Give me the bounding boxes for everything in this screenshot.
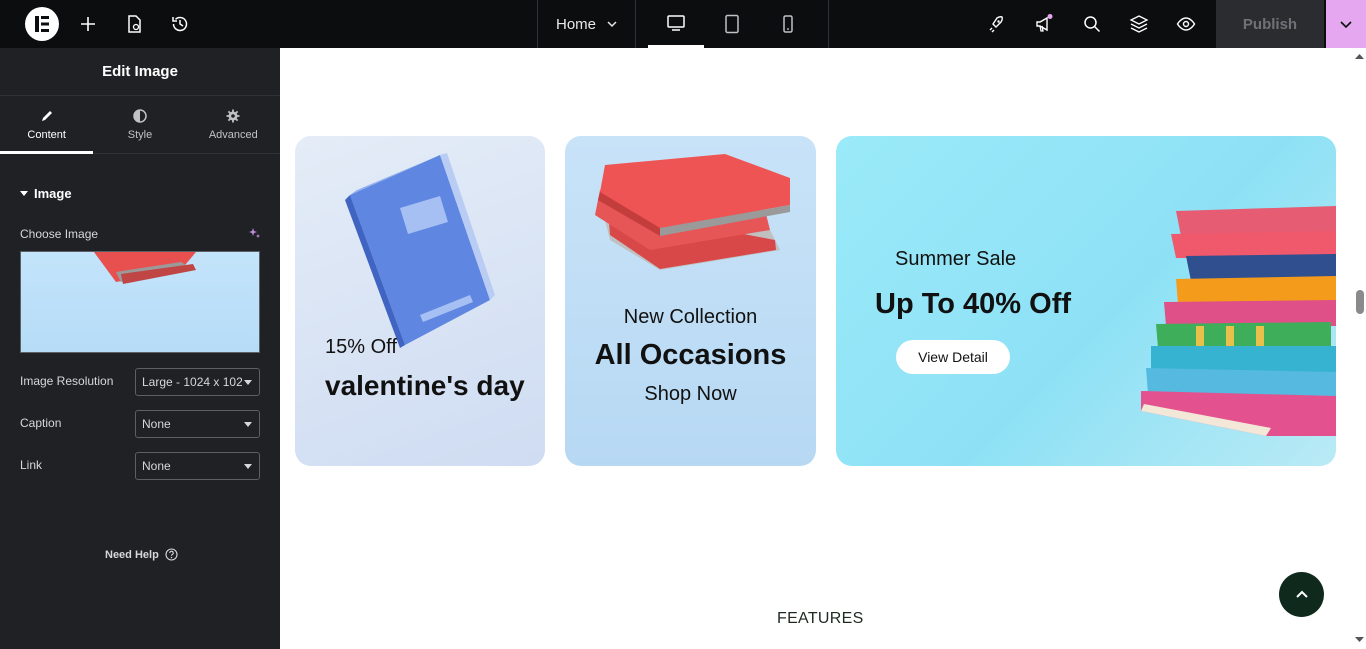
top-bar: Home Publish: [0, 0, 1366, 48]
shop-now-link[interactable]: Shop Now: [565, 383, 816, 406]
vertical-scrollbar[interactable]: [1353, 48, 1366, 649]
ai-sparkle-icon[interactable]: [248, 227, 261, 240]
desktop-icon: [667, 14, 685, 31]
scroll-up-arrow-icon[interactable]: [1355, 53, 1364, 60]
blue-book-image: [345, 153, 495, 348]
scroll-down-arrow-icon[interactable]: [1355, 636, 1364, 643]
choose-image-label: Choose Image: [20, 227, 99, 241]
link-label: Link: [20, 458, 43, 472]
image-resolution-select[interactable]: Large - 1024 x 1024: [135, 368, 260, 396]
preview-eye-icon[interactable]: [1174, 12, 1198, 36]
caption-label: Caption: [20, 416, 62, 430]
dropdown-arrow-icon: [244, 464, 252, 469]
gear-icon: [226, 109, 240, 122]
features-heading: FEATURES: [777, 610, 864, 627]
desktop-view-button[interactable]: [648, 0, 704, 48]
card-title: Up To 40% Off: [875, 288, 1072, 320]
card-subtitle: Summer Sale: [895, 248, 1017, 270]
rocket-icon[interactable]: [984, 12, 1008, 36]
books-thumbnail: [93, 252, 196, 284]
layers-icon[interactable]: [1127, 12, 1151, 36]
search-icon[interactable]: [1080, 12, 1104, 36]
page-selector[interactable]: Home: [538, 0, 636, 48]
image-resolution-value: Large - 1024 x 1024: [142, 375, 242, 389]
tab-content[interactable]: Content: [0, 96, 94, 154]
history-icon[interactable]: [168, 12, 192, 36]
tab-content-label: Content: [27, 128, 66, 141]
add-element-icon[interactable]: [76, 12, 100, 36]
dropdown-arrow-icon: [244, 380, 252, 385]
caret-down-icon: [20, 191, 28, 196]
page-settings-icon[interactable]: [122, 12, 146, 36]
card-title: valentine's day: [325, 370, 525, 401]
link-select[interactable]: None: [135, 452, 260, 480]
view-detail-button[interactable]: View Detail: [896, 340, 1010, 374]
publish-button[interactable]: Publish: [1216, 0, 1324, 48]
page-canvas: 15% Off valentine's day New Collection A…: [280, 48, 1366, 649]
caption-select[interactable]: None: [135, 410, 260, 438]
tab-advanced-label: Advanced: [208, 128, 258, 141]
chevron-up-icon: [1295, 590, 1308, 598]
mobile-view-button[interactable]: [760, 0, 816, 48]
panel-tabs: Content Style Advanced: [0, 96, 280, 154]
half-circle-icon: [133, 108, 147, 123]
link-value: None: [142, 459, 171, 473]
scrollbar-thumb[interactable]: [1356, 290, 1364, 314]
promo-card-summer-sale[interactable]: Summer Sale Up To 40% Off View Detail: [836, 136, 1336, 466]
tablet-icon: [725, 14, 739, 34]
card-title: All Occasions: [594, 339, 787, 371]
divider: [828, 0, 829, 48]
need-help-link[interactable]: Need Help: [105, 548, 178, 561]
scroll-to-top-button[interactable]: [1279, 572, 1324, 617]
card-subtitle: New Collection: [623, 306, 758, 328]
chevron-down-icon: [607, 21, 617, 28]
image-resolution-label: Image Resolution: [20, 374, 114, 388]
publish-options-button[interactable]: [1326, 0, 1366, 48]
image-picker-preview[interactable]: [20, 251, 260, 353]
section-title: Image: [34, 186, 72, 201]
editor-panel: Edit Image Content Style Advanced Image …: [0, 48, 280, 649]
divider: [635, 0, 636, 48]
help-circle-icon: [165, 548, 178, 561]
promo-card-new-collection[interactable]: New Collection All Occasions Shop Now: [565, 136, 816, 466]
red-books-image: [595, 154, 790, 270]
panel-title: Edit Image: [0, 48, 280, 96]
promo-card-valentines[interactable]: 15% Off valentine's day: [295, 136, 545, 466]
card-discount-text: 15% Off: [325, 336, 397, 358]
tablet-view-button[interactable]: [704, 0, 760, 48]
chevron-down-icon: [1340, 21, 1352, 29]
mobile-icon: [783, 15, 793, 33]
page-selector-label: Home: [555, 15, 596, 33]
book-stack-image: [1141, 206, 1336, 436]
dropdown-arrow-icon: [244, 422, 252, 427]
tab-style[interactable]: Style: [93, 96, 186, 153]
elementor-logo-icon[interactable]: [25, 7, 59, 41]
need-help-label: Need Help: [105, 548, 159, 561]
section-image-toggle[interactable]: Image: [20, 186, 72, 201]
caption-value: None: [142, 417, 171, 431]
announcements-icon[interactable]: [1032, 12, 1056, 36]
tab-advanced[interactable]: Advanced: [187, 96, 280, 153]
tab-style-label: Style: [127, 128, 153, 141]
pencil-icon: [41, 110, 52, 121]
